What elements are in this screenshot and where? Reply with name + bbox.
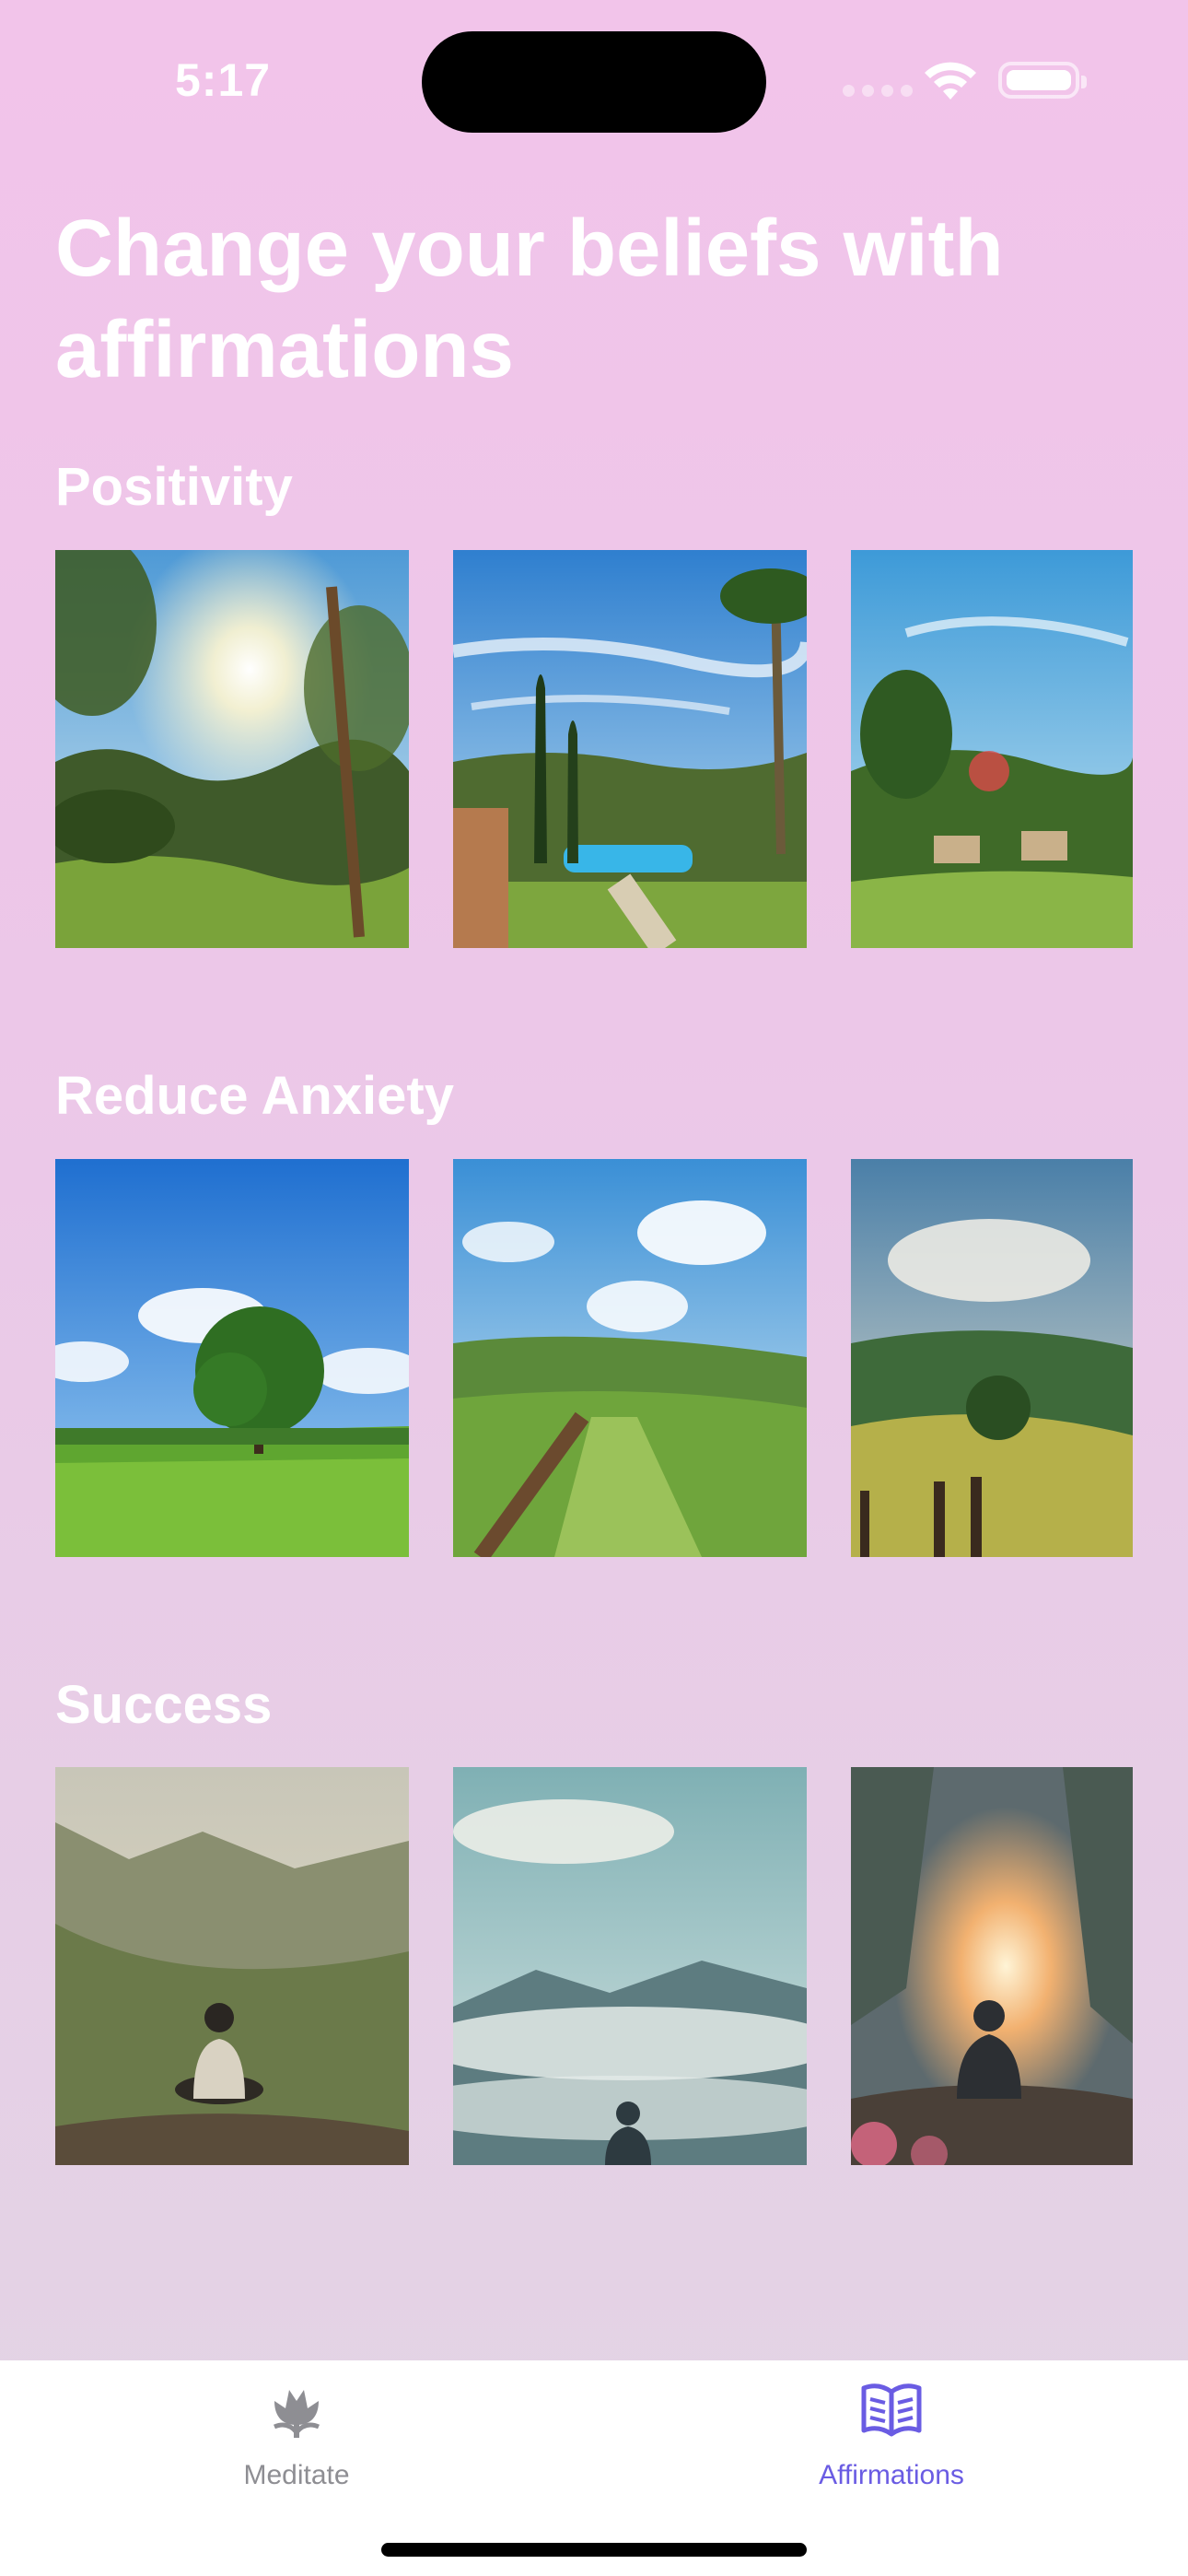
tab-affirmations-label: Affirmations: [819, 2460, 964, 2490]
carousel-positivity[interactable]: [55, 550, 1188, 948]
section-title-positivity: Positivity: [55, 457, 293, 517]
wifi-icon: [925, 62, 976, 100]
tab-meditate[interactable]: Meditate: [158, 2381, 435, 2491]
section-title-reduce-anxiety: Reduce Anxiety: [55, 1066, 454, 1126]
tab-affirmations[interactable]: Affirmations: [753, 2381, 1030, 2491]
affirmation-card[interactable]: [453, 1159, 807, 1557]
affirmation-card[interactable]: [55, 1159, 409, 1557]
battery-icon: [998, 62, 1087, 99]
affirmation-card[interactable]: [851, 1159, 1133, 1557]
open-book-icon: [861, 2383, 922, 2437]
cellular-signal-icon: [843, 85, 913, 97]
affirmation-card[interactable]: [453, 550, 807, 948]
status-time: 5:17: [175, 54, 272, 106]
dynamic-island: [422, 31, 766, 133]
affirmation-card[interactable]: [55, 550, 409, 948]
affirmation-card[interactable]: [55, 1767, 409, 2165]
affirmation-card[interactable]: [453, 1767, 807, 2165]
carousel-reduce-anxiety[interactable]: [55, 1159, 1188, 1557]
carousel-success[interactable]: [55, 1767, 1188, 2165]
tulip-icon: [274, 2390, 320, 2438]
section-title-success: Success: [55, 1675, 273, 1735]
tab-meditate-label: Meditate: [243, 2460, 350, 2490]
home-indicator: [381, 2543, 807, 2557]
page-title: Change your beliefs with affirmations: [55, 204, 1004, 394]
affirmation-card[interactable]: [851, 550, 1133, 948]
affirmation-card[interactable]: [851, 1767, 1133, 2165]
